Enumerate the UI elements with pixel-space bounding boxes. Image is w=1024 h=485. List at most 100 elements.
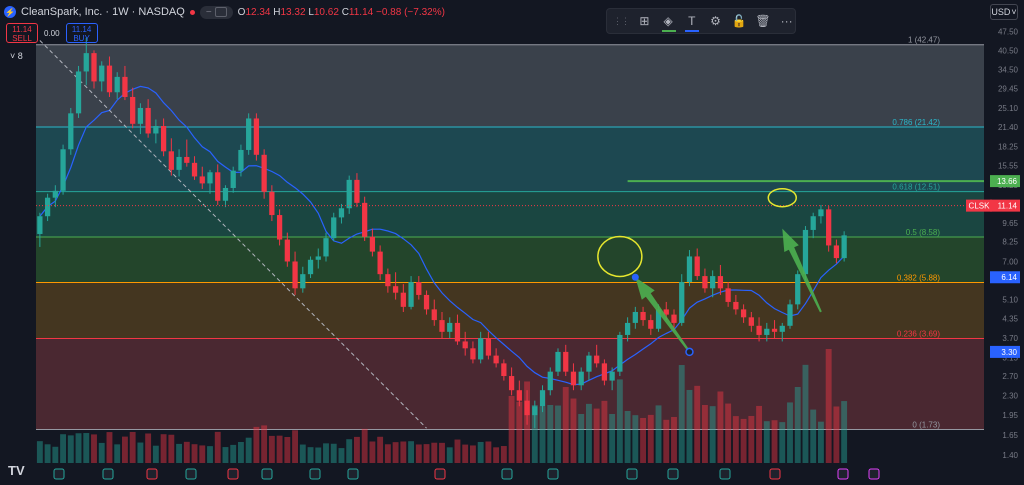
candle-body [609,371,615,381]
earnings-marker [626,468,638,480]
candle-body [300,274,306,289]
volume-bar [817,421,824,463]
volume-bar [756,405,763,463]
candle-body [493,355,499,364]
candle-body [787,304,793,326]
candle-body [137,107,144,124]
candle-body [640,311,646,321]
earnings-marker [309,468,321,480]
drag-handle-icon[interactable]: ⋮⋮ [613,16,630,27]
candle-body [563,351,569,372]
settings-icon[interactable]: ⚙ [707,12,724,30]
currency-selector[interactable]: USD ˅ [990,4,1018,20]
volume-bar [709,406,716,463]
volume-bar [44,444,51,463]
candle-body [315,256,321,260]
price-tick-label: 4.35 [1002,315,1018,324]
candle-body [114,76,120,93]
fib-label: 0 (1.73) [912,421,940,430]
volume-bar [230,444,237,463]
visibility-toggle[interactable]: − [199,5,233,19]
volume-bar [439,442,445,463]
minus-icon: − [205,6,212,18]
lock-icon[interactable]: 🔓 [731,12,748,30]
price-tick-label: 2.70 [1002,372,1018,381]
chevron-down-icon: ˅ [1011,7,1017,17]
candle-body [648,320,654,329]
spread-value: 0.00 [44,28,60,38]
earnings-marker [102,468,114,480]
candle-body [756,325,762,335]
volume-bar [539,406,546,463]
candle-body [501,363,507,377]
earnings-marker [261,468,273,480]
candle-body [818,209,824,217]
volume-bar [717,391,724,463]
volume-bar [469,445,476,463]
candle-body [416,282,422,295]
candle-body [594,355,600,364]
volume-bar [284,437,291,463]
text-icon[interactable]: T [683,12,700,32]
volume-bar [748,415,755,463]
candle-body [346,179,352,209]
price-chart[interactable]: 1 (42.47) 0.786 (21.42) 0.618 (12.51) 0.5 (… [0,0,1024,485]
volume-bar [307,447,314,463]
price-tick-label: 5.10 [1002,296,1018,305]
candle-body [385,274,391,287]
candle-body [168,151,174,170]
sell-button[interactable]: 11.14 SELL [6,23,38,43]
candle-body [408,282,414,307]
volume-bar [431,442,438,463]
candle-body [771,328,778,332]
tradingview-logo[interactable]: TV [8,463,25,478]
candle-body [447,322,453,332]
candle-body [362,202,368,237]
grid-plus-icon[interactable]: ⊞ [636,12,653,30]
chart-header: ⚡ CleanSpark, Inc. · 1W · NASDAQ − O12.3… [4,4,445,20]
fib-label: 0.5 (8.58) [906,228,941,237]
ticker-label: CLSK [969,202,991,211]
buy-button[interactable]: 11.14 BUY [65,23,98,43]
candle-body [702,276,708,289]
candle-body [578,371,584,386]
candle-body [524,400,530,416]
indicators-toggle[interactable]: ˅ 8 [10,51,23,61]
earnings-marker [185,468,197,480]
candle-body [199,176,205,184]
candle-body [694,256,700,277]
candle-body [462,341,468,349]
volume-bar [261,425,268,463]
volume-bar [647,414,654,463]
volume-bar [222,447,229,463]
candle-body [91,53,97,82]
fib-label: 0.618 (12.51) [892,183,940,192]
more-icon[interactable]: ··· [778,12,795,30]
symbol-logo-icon[interactable]: ⚡ [4,6,16,18]
candle-body [795,274,801,305]
symbol-title[interactable]: CleanSpark, Inc. · 1W · NASDAQ [21,6,185,18]
candle-body [354,179,360,203]
trash-icon[interactable]: 🗑 [755,12,772,30]
volume-bar [485,441,492,463]
volume-bar [346,439,353,463]
candle-body [99,65,105,82]
volume-bar [763,421,770,463]
volume-bar [616,379,623,463]
volume-bar [353,436,360,463]
candle-body [145,107,151,134]
drawing-toolbar: ⋮⋮ ⊞ ◈ T ⚙ 🔓 🗑 ··· [606,8,796,34]
price-tick-label: 25.10 [998,104,1019,113]
volume-bar [145,433,152,463]
candle-body [215,172,221,201]
change-value: −0.88 (−7.32%) [376,6,445,18]
volume-bar [593,408,600,463]
candle-body [75,71,82,114]
candle-body [725,288,731,302]
paint-bucket-icon[interactable]: ◈ [660,12,677,32]
volume-bar [52,446,59,463]
price-tick-label: 47.50 [998,27,1019,36]
buy-price: 11.14 [71,25,92,34]
volume-bar [555,405,561,463]
volume-bar [508,396,515,463]
